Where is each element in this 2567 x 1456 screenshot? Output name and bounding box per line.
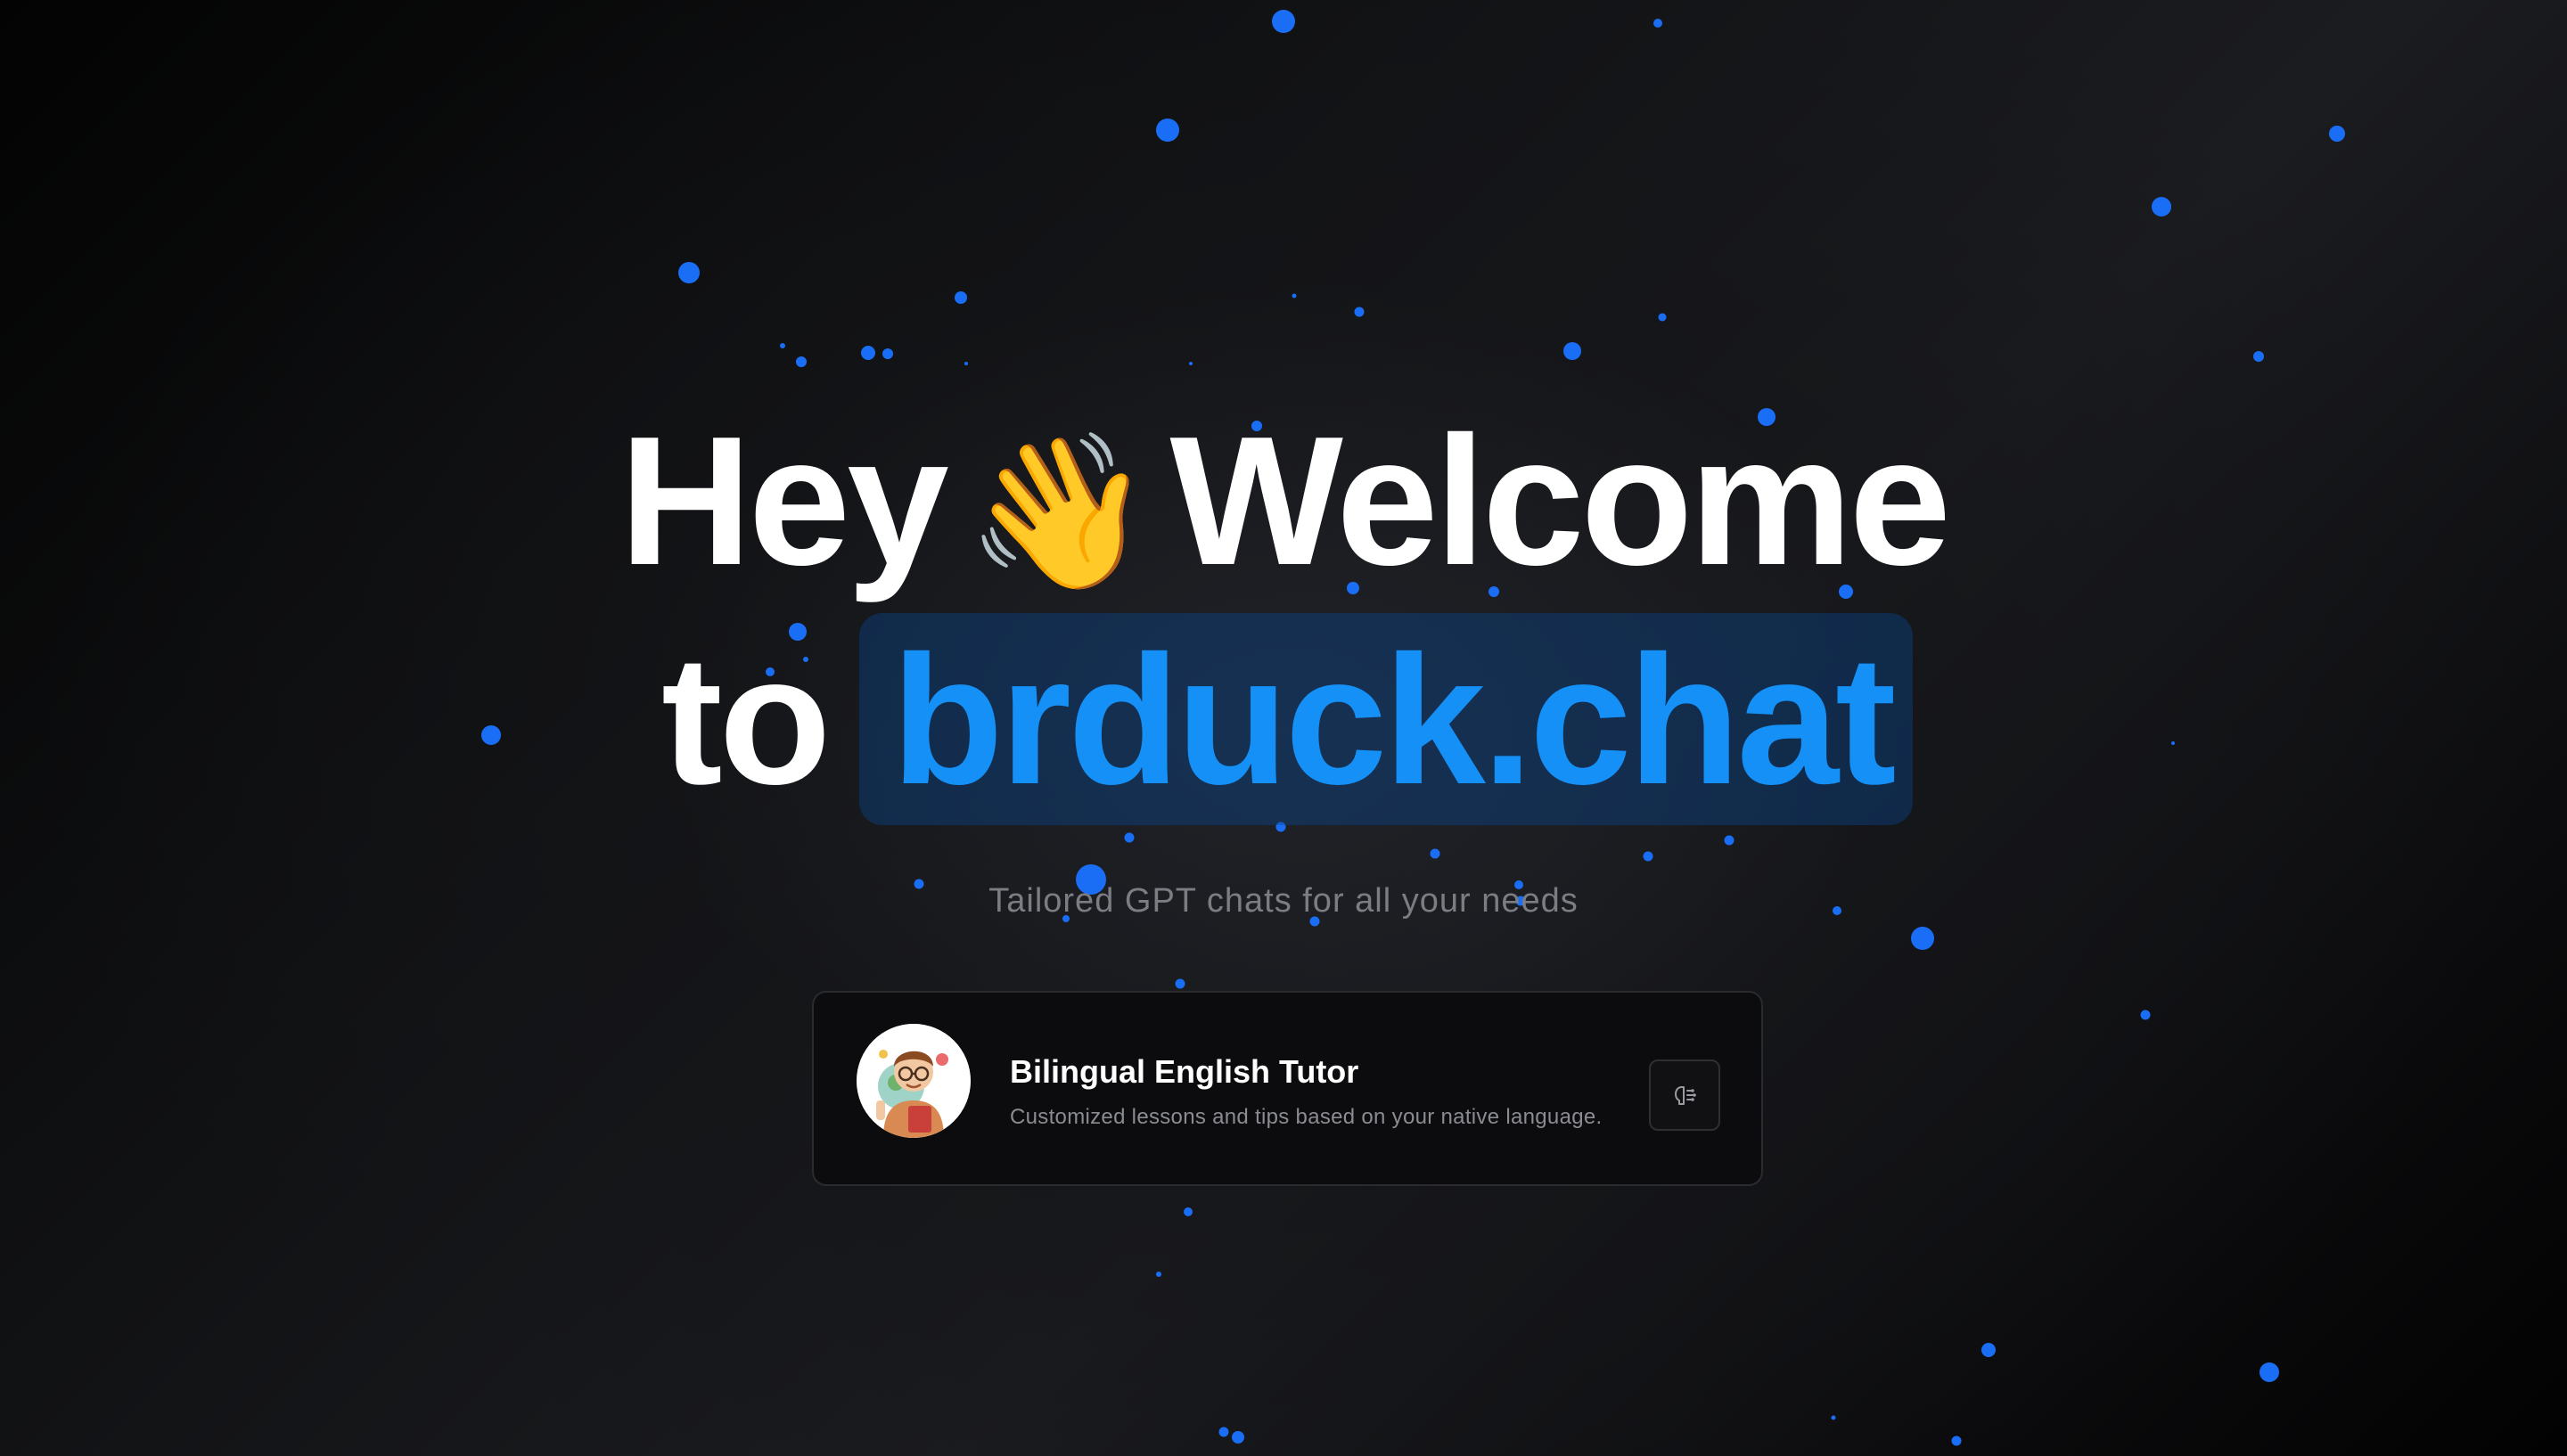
waving-hand-icon: 👋 (964, 424, 1154, 601)
hero-to: to (661, 618, 831, 822)
particle-dot (1563, 342, 1581, 360)
brand-name: brduck.chat (891, 618, 1897, 822)
particle-dot (1292, 293, 1297, 299)
particle-dot (861, 346, 875, 360)
particle-dot (2253, 351, 2264, 362)
particle-dot (1156, 1272, 1161, 1277)
particle-dot (2259, 1362, 2279, 1382)
particle-dot (796, 356, 807, 367)
open-chat-button[interactable] (1649, 1059, 1720, 1131)
particle-dot (1124, 832, 1135, 843)
particle-dot (1653, 19, 1662, 28)
hero-line-1: Hey 👋 Welcome (0, 403, 2567, 610)
particle-dot (964, 362, 968, 365)
particle-dot (955, 291, 967, 304)
particle-dot (1175, 978, 1185, 989)
particle-dot (1951, 1436, 1962, 1446)
particle-dot (1643, 851, 1653, 862)
card-title: Bilingual English Tutor (1010, 1053, 1359, 1090)
hero-welcome: Welcome (1169, 398, 1951, 603)
particle-dot (2329, 126, 2345, 142)
hero-greeting: Hey (619, 398, 949, 603)
particle-dot (1658, 313, 1667, 322)
tutor-avatar (857, 1024, 971, 1138)
particle-dot (1981, 1343, 1996, 1357)
chat-card[interactable]: Bilingual English Tutor Customized lesso… (812, 991, 1763, 1186)
particle-dot (1430, 848, 1440, 859)
page-subtitle: Tailored GPT chats for all your needs (988, 882, 1579, 920)
particle-dot (1232, 1431, 1244, 1444)
particle-dot (1156, 119, 1179, 142)
particle-dot (678, 262, 700, 283)
particle-dot (1184, 1207, 1193, 1216)
particle-dot (2140, 1010, 2151, 1020)
particle-dot (1724, 835, 1735, 846)
particle-dot (780, 343, 785, 348)
particle-dot (882, 348, 893, 359)
card-description: Customized lessons and tips based on you… (1010, 1105, 1603, 1129)
tutor-avatar-icon (857, 1024, 971, 1138)
particle-dot (1911, 927, 1934, 950)
particle-dot (1272, 10, 1295, 33)
hero-line-2: to brduck.chat (0, 613, 2567, 827)
particle-dot (1354, 307, 1365, 317)
open-chat-icon (1675, 1086, 1696, 1105)
particle-dot (2152, 197, 2171, 217)
particle-dot (1831, 1415, 1836, 1420)
particle-dot (1218, 1427, 1229, 1437)
particle-dot (1189, 362, 1193, 365)
